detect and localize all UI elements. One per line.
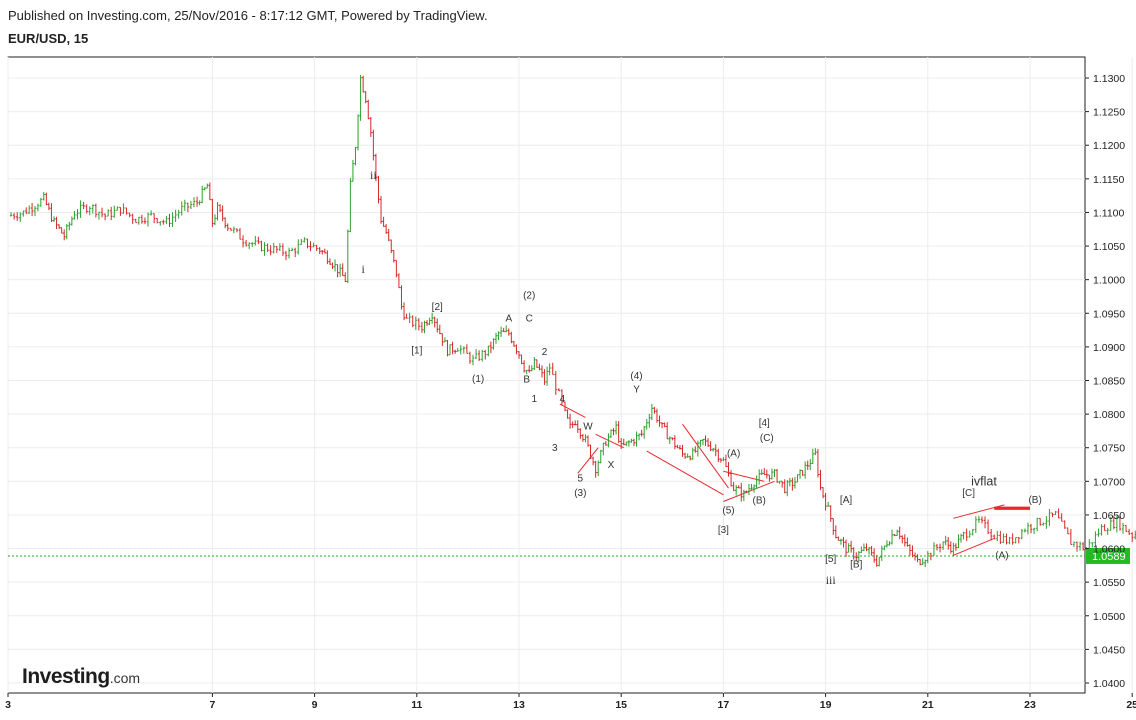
wave-label: 4 (560, 394, 566, 405)
wave-label: iii (826, 573, 837, 587)
wave-label: (B) (1028, 495, 1041, 506)
x-tick-label: 13 (513, 699, 525, 711)
y-tick-label: 1.0650 (1093, 510, 1125, 522)
wave-label: ivflat (971, 474, 997, 488)
x-tick-label: 19 (820, 699, 832, 711)
investing-logo: Investing.com (22, 665, 140, 689)
plot-area (7, 56, 1086, 694)
wave-label: [5] (825, 554, 836, 565)
wave-label: 3 (552, 443, 558, 454)
wave-label: [1] (411, 346, 422, 357)
y-tick-label: 1.1050 (1093, 241, 1125, 253)
wave-label: (C) (760, 433, 774, 444)
y-tick-label: 1.0850 (1093, 376, 1125, 388)
wave-label: A (505, 313, 512, 324)
wave-label: 2 (542, 347, 548, 358)
wave-label: [C] (962, 488, 975, 499)
y-tick-label: 1.0400 (1093, 678, 1125, 690)
price-chart[interactable]: iii [2] [1] (1) (2) A C 2 B1 4 3 W 5 (3) X (4) Y (A) [4] (C… (0, 0, 1136, 720)
y-tick-label: 1.1250 (1093, 107, 1125, 119)
x-tick-label: 7 (209, 699, 215, 711)
y-tick-label: 1.0950 (1093, 308, 1125, 320)
x-tick-label: 17 (718, 699, 730, 711)
wave-label: [2] (432, 302, 443, 313)
wave-label: X (608, 460, 615, 471)
y-tick-label: 1.0800 (1093, 409, 1125, 421)
wave-label: (4) (630, 371, 642, 382)
wave-label: [A] (840, 495, 852, 506)
wave-label: (B) (752, 496, 765, 507)
y-tick-label: 1.0450 (1093, 644, 1125, 656)
wave-label: B (523, 375, 530, 386)
y-tick-label: 1.1300 (1093, 73, 1125, 85)
y-tick-label: 1.1000 (1093, 275, 1125, 287)
logo-name: Investing (22, 665, 110, 688)
wave-label: W (583, 422, 593, 433)
wave-label: (2) (523, 290, 535, 301)
wave-label: (A) (727, 448, 740, 459)
y-tick-label: 1.0550 (1093, 577, 1125, 589)
wave-label: Y (633, 385, 640, 396)
x-tick-label: 21 (922, 699, 934, 711)
y-tick-label: 1.0900 (1093, 342, 1125, 354)
x-tick-label: 15 (615, 699, 627, 711)
y-tick-label: 1.0700 (1093, 476, 1125, 488)
y-tick-label: 1.1100 (1093, 207, 1124, 219)
wave-label: ii (370, 168, 377, 182)
y-tick-label: 1.1150 (1093, 174, 1124, 186)
x-tick-label: 11 (411, 699, 422, 711)
y-tick-label: 1.0750 (1093, 443, 1125, 455)
wave-label: 5 (578, 473, 584, 484)
wave-label: (1) (472, 374, 484, 385)
y-tick-label: 1.0500 (1093, 611, 1125, 623)
wave-label: (5) (722, 506, 734, 517)
x-tick-label: 25 (1126, 699, 1136, 711)
x-tick-label: 3 (5, 699, 11, 711)
y-tick-label: 1.1200 (1093, 140, 1125, 152)
logo-suffix: .com (109, 670, 141, 686)
x-tick-label: 9 (312, 699, 318, 711)
x-tick-label: 23 (1024, 699, 1036, 711)
wave-label: (3) (574, 488, 586, 499)
wave-label: [B] (850, 559, 862, 570)
y-tick-label: 1.0600 (1093, 544, 1125, 556)
wave-label: [3] (718, 525, 729, 536)
wave-label: [4] (759, 418, 770, 429)
wave-label: 1 (532, 394, 538, 405)
wave-label: C (526, 313, 533, 324)
